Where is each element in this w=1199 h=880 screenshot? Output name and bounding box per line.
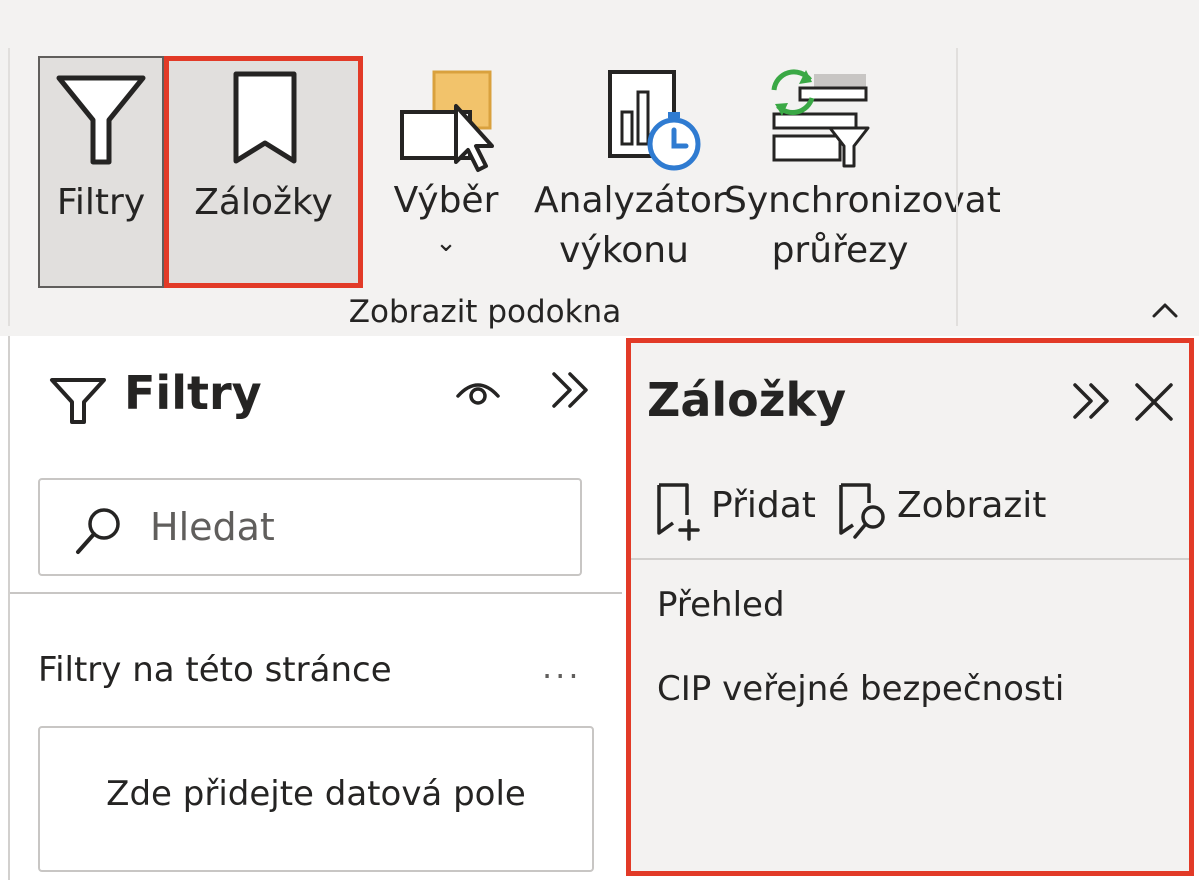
add-bookmark-label: Přidat <box>711 485 816 526</box>
ribbon-bookmarks-label: Záložky <box>194 182 333 223</box>
expand-pane-icon[interactable] <box>546 366 596 416</box>
more-options-button[interactable]: ... <box>542 648 582 686</box>
bookmarks-pane: Záložky Přidat Zobrazit Přehled CIP veře… <box>626 338 1194 876</box>
ribbon-performance-analyzer-button[interactable]: Analyzátor výkonu <box>534 56 727 288</box>
view-bookmark-button[interactable]: Zobrazit <box>837 481 1046 541</box>
funnel-icon <box>56 75 146 165</box>
ribbon: Filtry Záložky Výběr ⌄ Analyzátor výkonu <box>0 0 1199 336</box>
ribbon-sync-slicers-label-1: Synchronizovat <box>724 180 1001 221</box>
ribbon-performance-analyzer-label-1: Analyzátor <box>534 180 727 221</box>
sync-slicers-icon <box>771 69 870 168</box>
ribbon-selection-button[interactable]: Výběr ⌄ <box>380 56 512 288</box>
expand-pane-icon[interactable] <box>1069 379 1117 427</box>
filter-dropzone-text: Zde přidejte datová pole <box>106 774 526 814</box>
ribbon-left-edge <box>8 48 10 326</box>
ribbon-bookmarks-button[interactable]: Záložky <box>164 56 363 288</box>
view-bookmark-label: Zobrazit <box>897 485 1047 526</box>
ribbon-filters-label: Filtry <box>56 182 146 223</box>
view-bookmark-icon <box>839 483 885 539</box>
performance-analyzer-icon <box>608 70 701 171</box>
close-icon[interactable] <box>1131 379 1177 425</box>
filters-pane-title: Filtry <box>124 366 262 420</box>
filters-divider <box>10 592 622 594</box>
bookmarks-pane-title: Záložky <box>647 373 847 427</box>
add-bookmark-icon <box>657 483 700 541</box>
bookmark-item[interactable]: Přehled <box>657 585 785 625</box>
ribbon-sync-slicers-label-2: průřezy <box>771 230 909 271</box>
bookmark-item[interactable]: CIP veřejné bezpečnosti <box>657 669 1064 709</box>
filters-search-box[interactable] <box>38 478 582 576</box>
chevron-down-icon: ⌄ <box>435 228 457 258</box>
ribbon-group-separator <box>956 48 958 326</box>
search-icon <box>76 508 120 554</box>
ribbon-sync-slicers-button[interactable]: Synchronizovat průřezy <box>724 56 1001 288</box>
selection-pane-icon <box>400 70 494 172</box>
ribbon-filters-button[interactable]: Filtry <box>38 56 164 288</box>
filter-dropzone[interactable]: Zde přidejte datová pole <box>38 726 594 872</box>
ribbon-performance-analyzer-label-2: výkonu <box>559 230 689 271</box>
bookmark-icon <box>233 71 297 164</box>
ribbon-selection-label: Výběr <box>393 180 499 221</box>
funnel-icon <box>50 378 106 424</box>
filters-section-label: Filtry na této stránce <box>38 650 392 690</box>
filters-pane: Filtry Filtry na této stránce ... Zde př… <box>8 336 622 880</box>
ribbon-group-label: Zobrazit podokna <box>348 294 622 330</box>
chevron-up-icon[interactable] <box>1148 296 1182 326</box>
bookmarks-divider <box>631 558 1189 560</box>
search-input[interactable] <box>150 498 550 556</box>
eye-icon[interactable] <box>454 372 502 412</box>
